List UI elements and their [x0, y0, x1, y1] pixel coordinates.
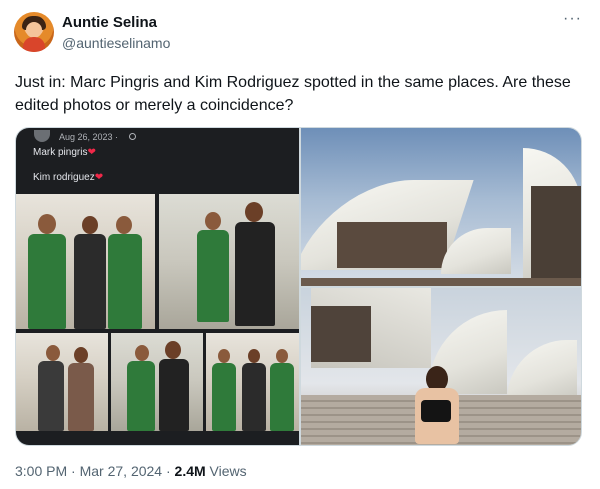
separator: ·	[67, 463, 80, 479]
views-count: 2.4M	[174, 463, 206, 479]
tweet: Auntie Selina @auntieselinamo ··· Just i…	[0, 0, 600, 489]
fb-photo-1	[16, 194, 155, 329]
fb-photo-5	[206, 333, 299, 431]
fb-photo-3	[16, 333, 108, 431]
heart-icon: ❤	[87, 147, 96, 158]
fb-caption-name-2: Kim rodriguez	[33, 172, 95, 183]
fb-photo-4	[111, 333, 203, 431]
tweet-date[interactable]: Mar 27, 2024	[80, 463, 163, 479]
media-photo-facebook-screenshot[interactable]: Aug 26, 2023 · Mark pingris❤ Kim rodrigu…	[16, 128, 299, 445]
globe-icon	[129, 133, 136, 140]
fb-post-date: Aug 26, 2023 ·	[59, 132, 119, 142]
separator: ·	[162, 463, 175, 479]
tweet-time[interactable]: 3:00 PM	[15, 463, 67, 479]
author-handle[interactable]: @auntieselinamo	[62, 35, 170, 52]
fb-caption-name-1: Mark pingris	[33, 147, 88, 158]
media-grid: Aug 26, 2023 · Mark pingris❤ Kim rodrigu…	[15, 127, 582, 446]
fb-reactions-row	[30, 439, 80, 445]
avatar-face	[26, 22, 42, 38]
heart-icon: ❤	[94, 172, 104, 183]
views-label: Views	[205, 463, 247, 479]
avatar[interactable]	[14, 12, 54, 52]
author-name[interactable]: Auntie Selina	[62, 14, 157, 32]
fb-photo-2	[159, 194, 299, 329]
avatar-body	[23, 37, 45, 52]
fb-caption-line2: Kim rodriguez❤	[33, 172, 103, 183]
media-photo-opera-house[interactable]	[301, 128, 581, 286]
fb-caption-line1: Mark pingris❤	[33, 147, 96, 158]
fb-avatar	[34, 130, 50, 142]
tweet-text: Just in: Marc Pingris and Kim Rodriguez …	[15, 74, 571, 114]
more-options-icon[interactable]: ···	[563, 10, 582, 28]
tweet-meta: 3:00 PM · Mar 27, 2024 · 2.4M Views	[15, 463, 247, 479]
media-photo-woman-opera-house[interactable]	[301, 288, 581, 445]
